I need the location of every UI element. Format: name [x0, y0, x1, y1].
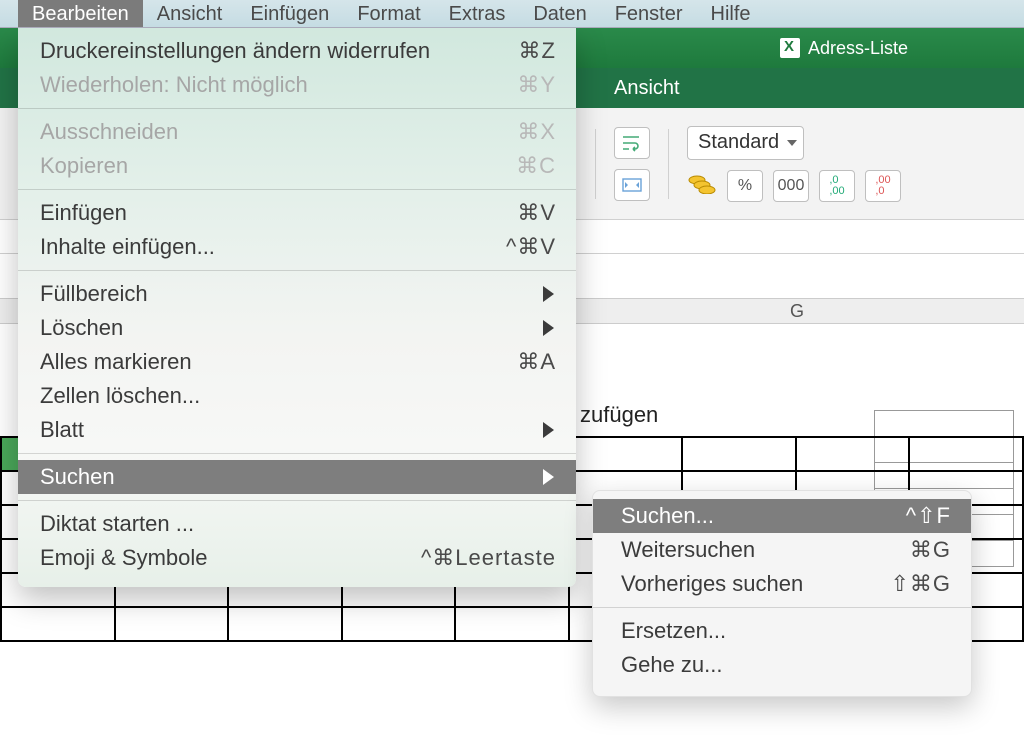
menu-item-shortcut: ⌘Y	[517, 72, 556, 98]
menu-item-shortcut: ⌘A	[517, 349, 556, 375]
cell-style-select[interactable]: Standard	[687, 126, 804, 160]
currency-format-button[interactable]	[687, 172, 717, 200]
menu-item-label: Füllbereich	[40, 281, 556, 307]
menu-ansicht[interactable]: Ansicht	[143, 0, 237, 27]
menu-item-search[interactable]: Suchen	[18, 460, 576, 494]
menu-item-paste[interactable]: Einfügen ⌘V	[18, 196, 576, 230]
menu-bearbeiten[interactable]: Bearbeiten	[18, 0, 143, 27]
cell-text-fragment[interactable]: zufügen	[580, 402, 658, 428]
menu-item-shortcut: ⇧⌘G	[890, 571, 951, 597]
menu-item-delete[interactable]: Löschen	[18, 311, 576, 345]
menu-item-label: Kopieren	[40, 153, 516, 179]
menu-item-label: Blatt	[40, 417, 556, 443]
menu-item-emoji[interactable]: Emoji & Symbole ^⌘Leertaste	[18, 541, 576, 575]
menu-separator	[18, 189, 576, 190]
menu-item-redo: Wiederholen: Nicht möglich ⌘Y	[18, 68, 576, 102]
wrap-text-icon	[621, 134, 643, 152]
menu-fenster[interactable]: Fenster	[601, 0, 697, 27]
menu-item-cut: Ausschneiden ⌘X	[18, 115, 576, 149]
menu-format[interactable]: Format	[343, 0, 434, 27]
submenu-item-find-prev[interactable]: Vorheriges suchen ⇧⌘G	[593, 567, 971, 601]
spreadsheet-file-icon	[780, 38, 800, 58]
system-menu-bar: Bearbeiten Ansicht Einfügen Format Extra…	[0, 0, 1024, 28]
menu-item-shortcut: ⌘X	[517, 119, 556, 145]
menu-daten[interactable]: Daten	[519, 0, 600, 27]
menu-separator	[593, 607, 971, 608]
menu-item-label: Alles markieren	[40, 349, 517, 375]
submenu-caret-icon	[543, 320, 554, 336]
column-header-g[interactable]: G	[790, 301, 804, 322]
menu-item-label: Suchen...	[621, 503, 906, 529]
menu-item-copy: Kopieren ⌘C	[18, 149, 576, 183]
menu-item-shortcut: ⌘V	[517, 200, 556, 226]
submenu-caret-icon	[543, 469, 554, 485]
menu-item-label: Druckereinstellungen ändern widerrufen	[40, 38, 519, 64]
menu-item-label: Gehe zu...	[621, 652, 951, 678]
menu-item-sheet[interactable]: Blatt	[18, 413, 576, 447]
menu-item-label: Ersetzen...	[621, 618, 951, 644]
menu-item-label: Weitersuchen	[621, 537, 910, 563]
menu-item-undo[interactable]: Druckereinstellungen ändern widerrufen ⌘…	[18, 34, 576, 68]
menu-separator	[18, 270, 576, 271]
menu-item-label: Ausschneiden	[40, 119, 517, 145]
ribbon-tab-ansicht[interactable]: Ansicht	[600, 69, 694, 108]
menu-item-select-all[interactable]: Alles markieren ⌘A	[18, 345, 576, 379]
submenu-item-find-next[interactable]: Weitersuchen ⌘G	[593, 533, 971, 567]
edit-menu-dropdown: Druckereinstellungen ändern widerrufen ⌘…	[18, 28, 576, 587]
menu-item-label: Diktat starten ...	[40, 511, 556, 537]
submenu-caret-icon	[543, 422, 554, 438]
percent-format-button[interactable]: %	[727, 170, 763, 202]
menu-extras[interactable]: Extras	[435, 0, 520, 27]
increase-decimals-button[interactable]: ,0 ,00	[819, 170, 855, 202]
ribbon-separator	[668, 129, 669, 199]
submenu-item-replace[interactable]: Ersetzen...	[593, 614, 971, 648]
decrease-decimals-button[interactable]: ,00 ,0	[865, 170, 901, 202]
window-title: Adress-Liste	[808, 38, 908, 59]
wrap-text-button[interactable]	[614, 127, 650, 159]
menu-item-shortcut: ^⌘V	[506, 234, 556, 260]
menu-item-label: Vorheriges suchen	[621, 571, 890, 597]
menu-separator	[18, 108, 576, 109]
thousands-format-button[interactable]: 000	[773, 170, 809, 202]
menu-einfuegen[interactable]: Einfügen	[236, 0, 343, 27]
menu-item-fill[interactable]: Füllbereich	[18, 277, 576, 311]
menu-item-shortcut: ⌘G	[910, 537, 951, 563]
menu-item-label: Inhalte einfügen...	[40, 234, 506, 260]
submenu-item-find[interactable]: Suchen... ^⇧F	[593, 499, 971, 533]
menu-item-label: Einfügen	[40, 200, 517, 226]
menu-item-label: Löschen	[40, 315, 556, 341]
search-submenu: Suchen... ^⇧F Weitersuchen ⌘G Vorheriges…	[592, 490, 972, 697]
menu-item-shortcut: ^⌘Leertaste	[421, 545, 556, 571]
menu-item-label: Suchen	[40, 464, 556, 490]
merge-cells-icon	[621, 176, 643, 194]
merge-cells-button[interactable]	[614, 169, 650, 201]
menu-item-label: Emoji & Symbole	[40, 545, 421, 571]
menu-separator	[18, 500, 576, 501]
menu-item-dictation[interactable]: Diktat starten ...	[18, 507, 576, 541]
submenu-caret-icon	[543, 286, 554, 302]
menu-item-shortcut: ⌘C	[516, 153, 556, 179]
submenu-item-goto[interactable]: Gehe zu...	[593, 648, 971, 682]
menu-item-label: Zellen löschen...	[40, 383, 556, 409]
menu-item-shortcut: ^⇧F	[906, 503, 951, 529]
menu-item-delete-cells[interactable]: Zellen löschen...	[18, 379, 576, 413]
menu-item-label: Wiederholen: Nicht möglich	[40, 72, 517, 98]
menu-item-shortcut: ⌘Z	[519, 38, 556, 64]
menu-item-paste-special[interactable]: Inhalte einfügen... ^⌘V	[18, 230, 576, 264]
menu-separator	[18, 453, 576, 454]
ribbon-separator	[595, 129, 596, 199]
coins-icon	[687, 172, 717, 194]
menu-hilfe[interactable]: Hilfe	[697, 0, 765, 27]
